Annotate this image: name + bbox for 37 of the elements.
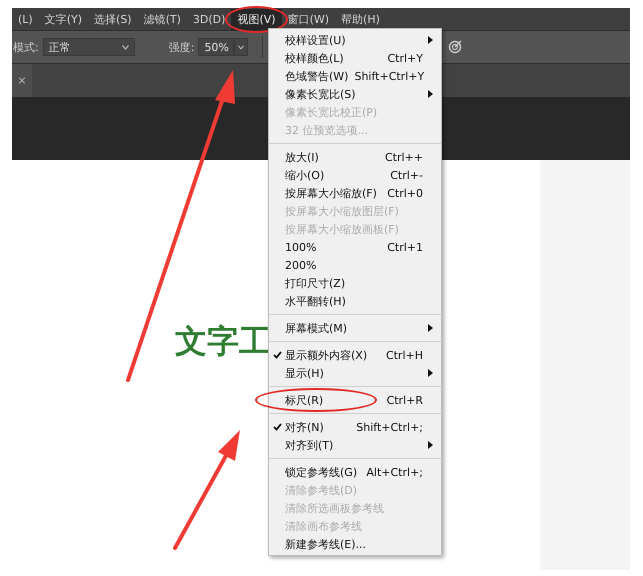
- menu-bar-item[interactable]: 视图(V): [231, 8, 282, 30]
- menu-item[interactable]: 放大(I) Ctrl++: [269, 148, 441, 166]
- menu-item[interactable]: 200%: [269, 256, 441, 274]
- menu-item[interactable]: 新建参考线(E)...: [269, 535, 441, 553]
- menu-item[interactable]: 对齐到(T): [269, 436, 441, 454]
- strength-field[interactable]: 50%: [198, 38, 234, 56]
- menu-item[interactable]: 100% Ctrl+1: [269, 238, 441, 256]
- menu-item[interactable]: 按屏幕大小缩放(F) Ctrl+0: [269, 184, 441, 202]
- menu-bar-item[interactable]: (L): [12, 10, 39, 28]
- menu-item[interactable]: 屏幕模式(M): [269, 319, 441, 337]
- strength-dropdown-button[interactable]: [234, 38, 248, 56]
- close-tab-button[interactable]: ×: [17, 74, 27, 87]
- menu-item[interactable]: 校样设置(U): [269, 31, 441, 49]
- menu-bar-item[interactable]: 选择(S): [88, 8, 138, 30]
- menu-item[interactable]: 打印尺寸(Z): [269, 274, 441, 292]
- canvas-text: 文字工: [175, 321, 271, 362]
- menu-item[interactable]: 对齐(N) Shift+Ctrl+;: [269, 418, 441, 436]
- mode-label: 模式:: [13, 40, 39, 54]
- menu-item[interactable]: 校样颜色(L) Ctrl+Y: [269, 49, 441, 67]
- menu-item[interactable]: 锁定参考线(G) Alt+Ctrl+;: [269, 463, 441, 481]
- caret-icon: [122, 44, 129, 50]
- menu-item[interactable]: 显示额外内容(X) Ctrl+H: [269, 346, 441, 364]
- pressure-icon[interactable]: [448, 40, 462, 54]
- menu-bar-item[interactable]: 文字(Y): [38, 8, 88, 30]
- mode-dropdown[interactable]: 正常: [42, 38, 135, 56]
- menu-item[interactable]: 标尺(R) Ctrl+R: [269, 391, 441, 409]
- menu-item[interactable]: 色域警告(W) Shift+Ctrl+Y: [269, 67, 441, 85]
- menu-bar-item[interactable]: 帮助(H): [335, 8, 386, 30]
- menu-bar-item[interactable]: 窗口(W): [282, 8, 336, 30]
- strength-label: 强度:: [168, 40, 194, 54]
- menu-bar-item[interactable]: 3D(D): [186, 10, 232, 28]
- caret-icon: [238, 44, 244, 50]
- menu-item[interactable]: 水平翻转(H): [269, 292, 441, 310]
- menu-bar-item[interactable]: 滤镜(T): [138, 8, 187, 30]
- menu-item[interactable]: 像素长宽比(S): [269, 85, 441, 103]
- menu-item[interactable]: 缩小(O) Ctrl+-: [269, 166, 441, 184]
- menu-item[interactable]: 显示(H): [269, 364, 441, 382]
